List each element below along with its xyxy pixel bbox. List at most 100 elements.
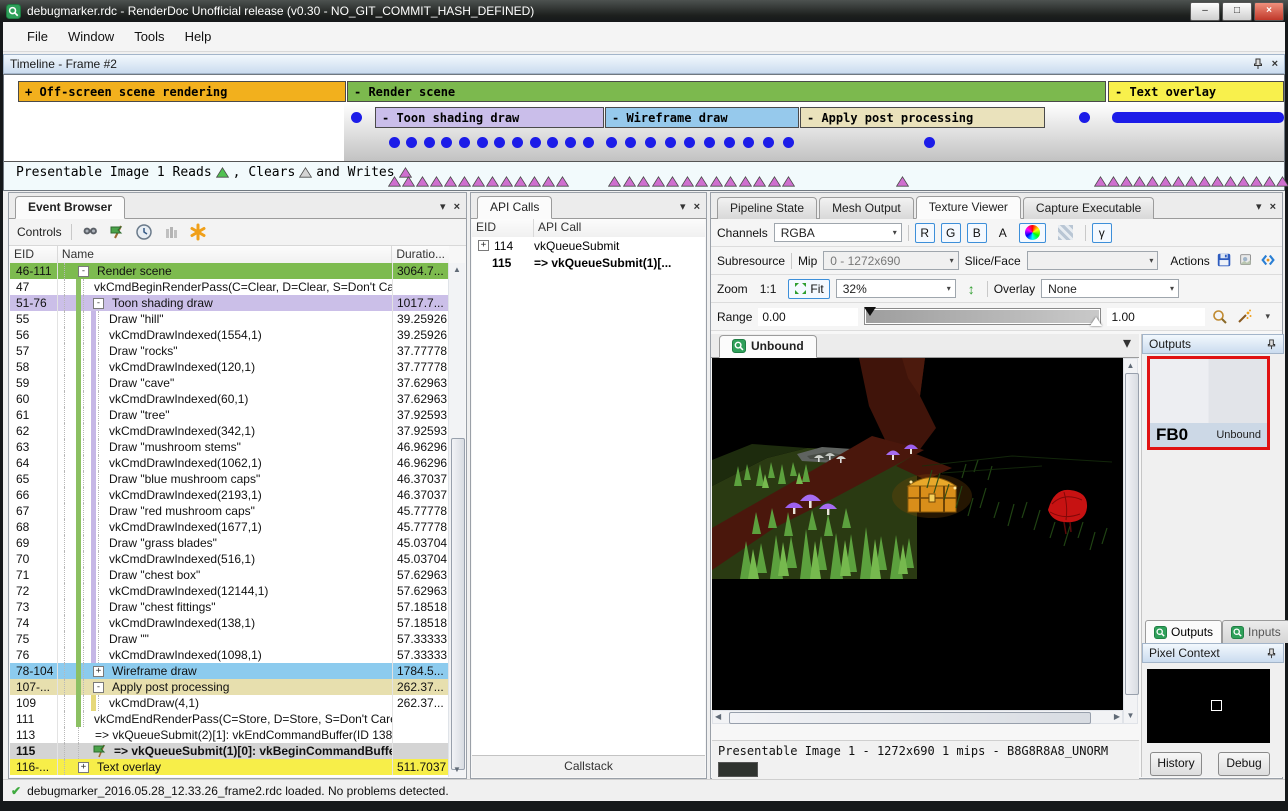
close-button[interactable]: ×: [1254, 2, 1284, 21]
chevron-down-icon[interactable]: ▾: [440, 200, 446, 213]
event-dot[interactable]: [684, 137, 695, 148]
table-row[interactable]: 68vkCmdDrawIndexed(1677,1)45.77778: [10, 519, 451, 535]
table-row[interactable]: 62vkCmdDrawIndexed(342,1)37.92593: [10, 423, 451, 439]
table-row[interactable]: 78-104+Wireframe draw1784.5...: [10, 663, 451, 679]
bookmark-icon[interactable]: [189, 223, 207, 241]
zoom-1-1-button[interactable]: 1:1: [754, 279, 783, 299]
green-channel-button[interactable]: G: [941, 223, 961, 243]
write-triangle[interactable]: [768, 176, 781, 187]
table-row[interactable]: 115=> vkQueueSubmit(1)[0]: vkBeginComman…: [10, 743, 451, 759]
maximize-button[interactable]: □: [1222, 2, 1252, 21]
event-dot[interactable]: [389, 137, 400, 148]
write-triangle[interactable]: [1120, 176, 1133, 187]
event-dot[interactable]: [783, 137, 794, 148]
event-dot[interactable]: [547, 137, 558, 148]
slice-face-select[interactable]: ▾: [1027, 251, 1159, 270]
column-name[interactable]: Name: [58, 246, 392, 264]
time-draws-icon[interactable]: [135, 223, 153, 241]
timeline-marker[interactable]: - Apply post processing: [800, 107, 1045, 128]
write-triangle[interactable]: [430, 176, 443, 187]
write-triangle[interactable]: [458, 176, 471, 187]
table-row[interactable]: 66vkCmdDrawIndexed(2193,1)46.37037: [10, 487, 451, 503]
table-row[interactable]: 72vkCmdDrawIndexed(12144,1)57.62963: [10, 583, 451, 599]
write-triangle[interactable]: [1276, 176, 1288, 187]
event-dot[interactable]: [704, 137, 715, 148]
scroll-right-icon[interactable]: ▶: [1114, 712, 1120, 721]
table-row[interactable]: 59Draw "cave"37.62963: [10, 375, 451, 391]
pin-icon[interactable]: [1252, 58, 1264, 70]
timeline-marker[interactable]: - Wireframe draw: [605, 107, 799, 128]
menu-tools[interactable]: Tools: [124, 25, 174, 48]
tab-texture-unbound[interactable]: Unbound: [719, 335, 817, 358]
scrollbar-thumb[interactable]: [1125, 373, 1139, 695]
tab-pipeline-state[interactable]: Pipeline State: [717, 197, 817, 219]
write-triangle[interactable]: [1211, 176, 1224, 187]
event-dot[interactable]: [724, 137, 735, 148]
checkerboard-button[interactable]: [1052, 223, 1079, 243]
table-row[interactable]: 67Draw "red mushroom caps"45.77778: [10, 503, 451, 519]
timeline-marker[interactable]: + Off-screen scene rendering: [18, 81, 346, 102]
write-triangle[interactable]: [472, 176, 485, 187]
table-row[interactable]: 65Draw "blue mushroom caps"46.37037: [10, 471, 451, 487]
event-dot[interactable]: [477, 137, 488, 148]
texture-image[interactable]: ◀ ▶: [712, 358, 1123, 724]
write-triangle[interactable]: [514, 176, 527, 187]
timeline-marker[interactable]: - Text overlay: [1108, 81, 1284, 102]
column-duration[interactable]: Duratio...: [392, 246, 449, 264]
pixel-context-view[interactable]: [1147, 669, 1270, 743]
write-triangle[interactable]: [1237, 176, 1250, 187]
viewport-vscrollbar[interactable]: ▲ ▼: [1123, 358, 1138, 724]
table-row[interactable]: 70vkCmdDrawIndexed(516,1)45.03704: [10, 551, 451, 567]
tab-mesh-output[interactable]: Mesh Output: [819, 197, 914, 219]
table-row[interactable]: 116-...+Text overlay511.7037: [10, 759, 451, 775]
write-triangle[interactable]: [1172, 176, 1185, 187]
close-icon[interactable]: ×: [694, 201, 700, 213]
write-triangle[interactable]: [416, 176, 429, 187]
event-dot[interactable]: [565, 137, 576, 148]
scroll-down-icon[interactable]: ▼: [1124, 709, 1137, 723]
write-triangle[interactable]: [753, 176, 766, 187]
write-triangle[interactable]: [623, 176, 636, 187]
table-row[interactable]: 58vkCmdDrawIndexed(120,1)37.77778: [10, 359, 451, 375]
table-row[interactable]: 113=> vkQueueSubmit(2)[1]: vkEndCommandB…: [10, 727, 451, 743]
event-dot[interactable]: [424, 137, 435, 148]
event-dot[interactable]: [625, 137, 636, 148]
write-triangle[interactable]: [739, 176, 752, 187]
menu-file[interactable]: File: [17, 25, 58, 48]
api-call-row[interactable]: +114vkQueueSubmit: [472, 237, 705, 254]
range-min-value[interactable]: 0.00: [758, 308, 858, 326]
table-row[interactable]: 46-111-Render scene3064.7...: [10, 263, 451, 279]
write-triangle[interactable]: [782, 176, 795, 187]
write-triangle[interactable]: [1224, 176, 1237, 187]
event-dot[interactable]: [406, 137, 417, 148]
scroll-down-icon[interactable]: ▼: [449, 763, 465, 777]
table-row[interactable]: 63Draw "mushroom stems"46.96296: [10, 439, 451, 455]
menu-help[interactable]: Help: [175, 25, 222, 48]
scroll-left-icon[interactable]: ◀: [715, 712, 721, 721]
overlay-select[interactable]: None▾: [1041, 279, 1179, 298]
minimize-button[interactable]: –: [1190, 2, 1220, 21]
table-row[interactable]: 74vkCmdDrawIndexed(138,1)57.18518: [10, 615, 451, 631]
tab-event-browser[interactable]: Event Browser: [15, 196, 125, 219]
channels-select[interactable]: RGBA▾: [774, 223, 902, 242]
table-row[interactable]: 61Draw "tree"37.92593: [10, 407, 451, 423]
event-browser-scrollbar[interactable]: ▲ ▼: [448, 263, 465, 777]
write-triangle[interactable]: [1107, 176, 1120, 187]
scroll-up-icon[interactable]: ▲: [1124, 359, 1137, 373]
range-white-handle[interactable]: [1090, 317, 1102, 326]
write-triangle[interactable]: [1250, 176, 1263, 187]
color-wheel-button[interactable]: [1019, 223, 1046, 243]
write-triangle[interactable]: [652, 176, 665, 187]
tab-api-calls[interactable]: API Calls: [477, 196, 552, 219]
write-triangle[interactable]: [444, 176, 457, 187]
open-resource-icon[interactable]: [1260, 252, 1276, 270]
write-triangle[interactable]: [724, 176, 737, 187]
red-channel-button[interactable]: R: [915, 223, 935, 243]
table-row[interactable]: 64vkCmdDrawIndexed(1062,1)46.96296: [10, 455, 451, 471]
flip-y-button[interactable]: ↕: [962, 279, 981, 299]
mip-select[interactable]: 0 - 1272x690▾: [823, 251, 958, 270]
table-row[interactable]: 71Draw "chest box"57.62963: [10, 567, 451, 583]
event-dot[interactable]: [763, 137, 774, 148]
write-triangle[interactable]: [637, 176, 650, 187]
range-black-handle[interactable]: [864, 307, 876, 316]
